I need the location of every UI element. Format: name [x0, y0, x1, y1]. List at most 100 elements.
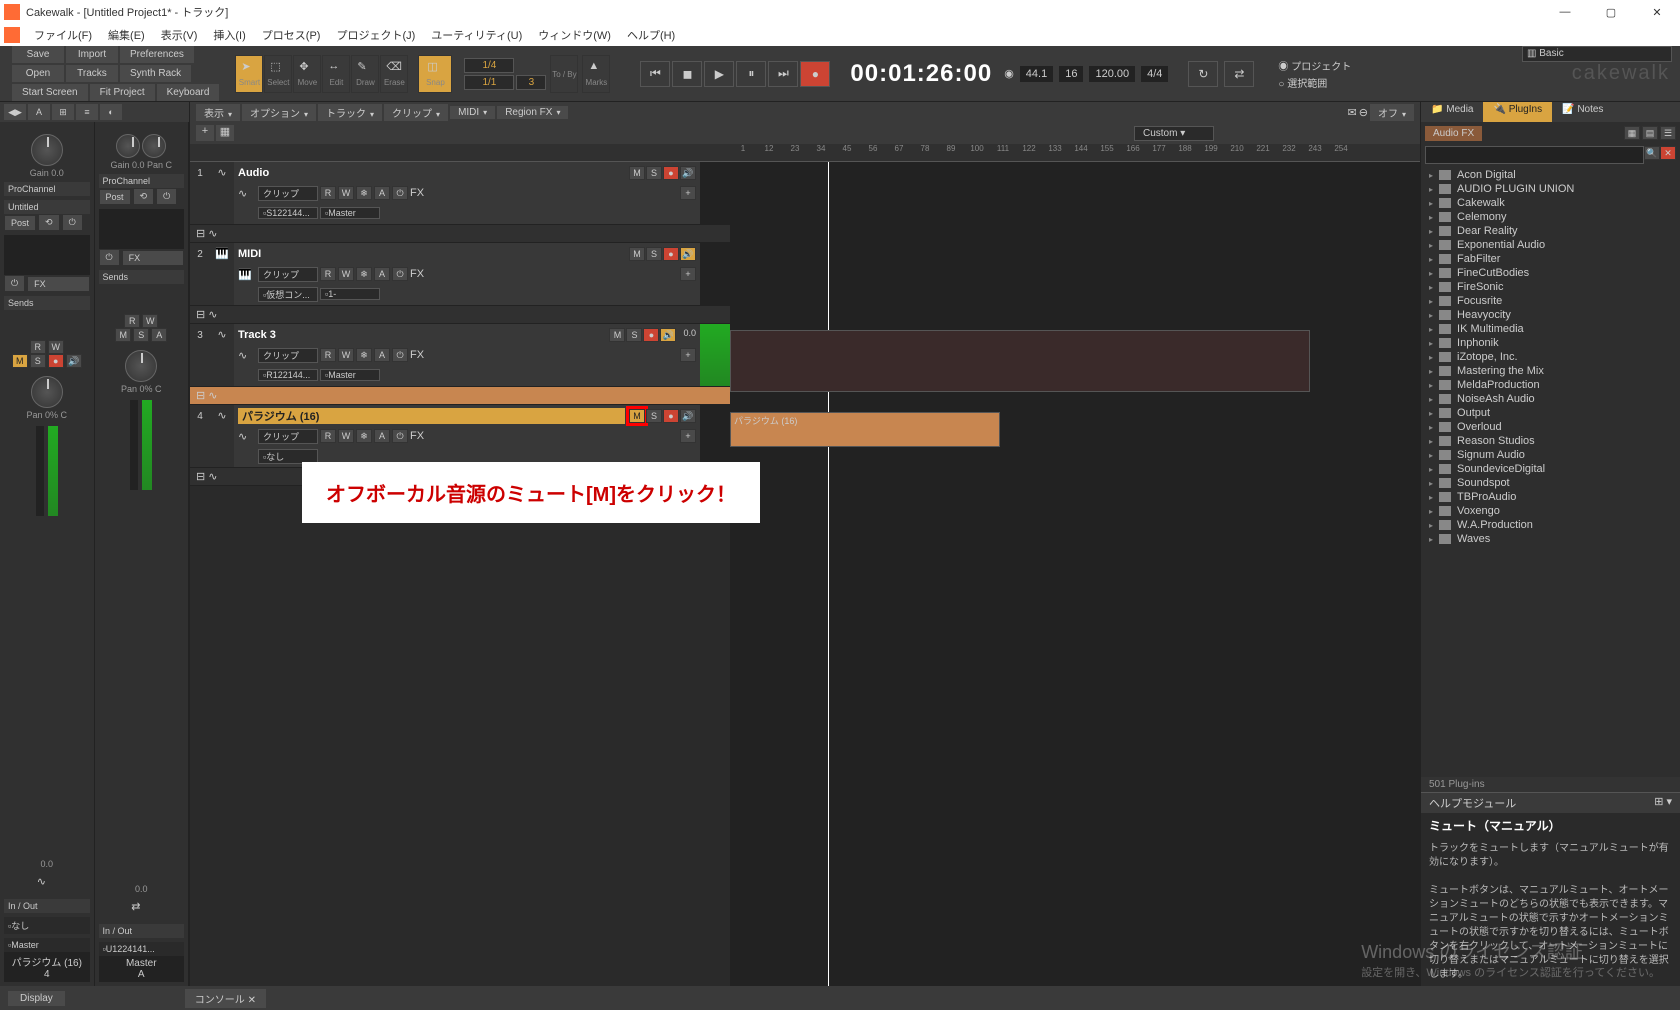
r-2[interactable]: R	[320, 267, 336, 281]
plugin-item[interactable]: ▸FabFilter	[1421, 252, 1680, 266]
plugin-item[interactable]: ▸SoundeviceDigital	[1421, 462, 1680, 476]
workspace-selector[interactable]: ▥ Basic	[1522, 46, 1672, 62]
post-btn-l[interactable]: Post	[5, 216, 35, 230]
mute-l[interactable]: M	[12, 354, 28, 368]
menu-utility[interactable]: ユーティリティ(U)	[423, 27, 530, 43]
menu-insert[interactable]: 挿入(I)	[205, 27, 253, 43]
solo-2[interactable]: S	[646, 247, 662, 261]
plugin-item[interactable]: ▸Voxengo	[1421, 504, 1680, 518]
plugin-item[interactable]: ▸IK Multimedia	[1421, 322, 1680, 336]
audio-fx-filter[interactable]: Audio FX	[1425, 126, 1482, 141]
arm-l[interactable]: ●	[48, 354, 64, 368]
snap-value-br[interactable]: 3	[516, 75, 546, 90]
plugin-item[interactable]: ▸W.A.Production	[1421, 518, 1680, 532]
browser-view-2[interactable]: ▤	[1642, 126, 1658, 140]
r-4[interactable]: R	[320, 429, 336, 443]
solo-r[interactable]: S	[133, 328, 149, 342]
sends-hdr-l[interactable]: Sends	[4, 296, 90, 310]
snap-value-top[interactable]: 1/4	[464, 58, 514, 73]
fxp-4[interactable]: ⏻	[392, 429, 408, 443]
fx-2[interactable]: FX	[410, 268, 424, 280]
stop-button[interactable]: ◼	[672, 61, 702, 87]
help-pin-icon[interactable]: ⊞ ▾	[1654, 795, 1672, 811]
track-row-3[interactable]: 3 ∿ Track 3 MS●🔊0.0 ∿クリップRW❄A⏻FX+ ▫R1221…	[190, 324, 730, 387]
plugin-item[interactable]: ▸Cakewalk	[1421, 196, 1680, 210]
aim-selection[interactable]: ○ 選択範囲	[1278, 75, 1351, 90]
zoom-out-icon[interactable]: ⊖	[1359, 106, 1368, 119]
time-signature[interactable]: 4/4	[1141, 66, 1168, 82]
track-name-2[interactable]: MIDI	[238, 248, 625, 260]
play-button[interactable]: ▶	[704, 61, 734, 87]
expand-2[interactable]: ⊟ ∿	[190, 306, 730, 324]
dd-regionfx[interactable]: Region FX	[497, 106, 568, 119]
track-name-4[interactable]: パラジウム (16)	[238, 408, 625, 424]
dd-view[interactable]: 表示	[196, 104, 240, 121]
snow-1[interactable]: ❄	[356, 186, 372, 200]
tool-erase[interactable]: ⌫Erase	[380, 55, 408, 93]
fxp-3[interactable]: ⏻	[392, 348, 408, 362]
solo-1[interactable]: S	[646, 166, 662, 180]
fxp-2[interactable]: ⏻	[392, 267, 408, 281]
prochannel-hdr-l[interactable]: ProChannel	[4, 182, 90, 196]
plugin-item[interactable]: ▸Inphonik	[1421, 336, 1680, 350]
record-button[interactable]: ●	[800, 61, 830, 87]
fader-r[interactable]	[130, 400, 138, 490]
plugin-item[interactable]: ▸NoiseAsh Audio	[1421, 392, 1680, 406]
write-l[interactable]: W	[48, 340, 64, 354]
track-row-4[interactable]: 4 ∿ パラジウム (16) MS●🔊 ∿クリップRW❄A⏻FX+ ▫なし	[190, 405, 730, 468]
r-3[interactable]: R	[320, 348, 336, 362]
plugin-item[interactable]: ▸Output	[1421, 406, 1680, 420]
save-button[interactable]: Save	[12, 46, 64, 63]
plugin-item[interactable]: ▸Soundspot	[1421, 476, 1680, 490]
out-3[interactable]: ▫Master	[320, 369, 380, 381]
power-l[interactable]: ⏻	[63, 215, 82, 230]
console-tab[interactable]: コンソール ✕	[185, 989, 266, 1008]
plugin-item[interactable]: ▸AUDIO PLUGIN UNION	[1421, 182, 1680, 196]
track-row-2[interactable]: 2 🎹 MIDI MS●🔊 🎹クリップRW❄A⏻FX+ ▫仮想コン...▫1-	[190, 243, 730, 306]
clips-area[interactable]: パラジウム (16)	[730, 162, 1420, 986]
fx-3[interactable]: FX	[410, 349, 424, 361]
insp-tab-2[interactable]: ⊞	[52, 104, 74, 120]
tool-select[interactable]: ⬚Select	[264, 55, 292, 93]
gain-knob-l[interactable]	[31, 134, 63, 166]
add-3[interactable]: +	[680, 348, 696, 362]
w-3[interactable]: W	[338, 348, 354, 362]
snap-toggle[interactable]: ◫Snap	[418, 55, 452, 93]
dd-track[interactable]: トラック	[318, 104, 382, 121]
eq-display-l[interactable]	[4, 235, 90, 275]
maximize-button[interactable]: ▢	[1588, 0, 1634, 24]
display-button[interactable]: Display	[8, 991, 65, 1006]
plugin-search[interactable]	[1425, 146, 1644, 164]
insp-tab-4[interactable]: ◐	[100, 104, 122, 120]
menu-help[interactable]: ヘルプ(H)	[619, 27, 683, 43]
mute-3[interactable]: M	[609, 328, 625, 342]
write-r[interactable]: W	[142, 314, 158, 328]
dd-options[interactable]: オプション	[242, 104, 316, 121]
mute-4[interactable]: M	[629, 409, 645, 423]
snap-value-bl[interactable]: 1/1	[464, 75, 514, 90]
browser-view-3[interactable]: ☰	[1660, 126, 1676, 140]
out-1[interactable]: ▫Master	[320, 207, 380, 219]
fx-slot-l[interactable]: FX	[28, 277, 88, 291]
a-2[interactable]: A	[374, 267, 390, 281]
minimize-button[interactable]: —	[1542, 0, 1588, 24]
plugin-item[interactable]: ▸Celemony	[1421, 210, 1680, 224]
keyboard-button[interactable]: Keyboard	[157, 84, 220, 101]
punch-button[interactable]: ⇄	[1224, 61, 1254, 87]
menu-project[interactable]: プロジェクト(J)	[328, 27, 423, 43]
import-button[interactable]: Import	[66, 46, 118, 63]
fx-slot-r[interactable]: FX	[123, 251, 183, 265]
fx-power-l[interactable]: ⏻	[5, 276, 24, 291]
mail-icon[interactable]: ✉	[1348, 106, 1357, 119]
gain-knob-r[interactable]	[116, 134, 140, 158]
in-r[interactable]: ▫U1224141...	[99, 942, 185, 956]
clip-dd-1[interactable]: クリップ	[258, 186, 318, 201]
fit-project-button[interactable]: Fit Project	[90, 84, 155, 101]
mute-2[interactable]: M	[629, 247, 645, 261]
timeline-ruler[interactable]: 1122334455667788910011112213314415516617…	[730, 144, 1420, 162]
timecode-display[interactable]: 00:01:26:00	[850, 60, 992, 88]
a-4[interactable]: A	[374, 429, 390, 443]
plugin-item[interactable]: ▸iZotope, Inc.	[1421, 350, 1680, 364]
mon-3[interactable]: 🔊	[660, 328, 676, 342]
tracks-button[interactable]: Tracks	[66, 65, 118, 82]
